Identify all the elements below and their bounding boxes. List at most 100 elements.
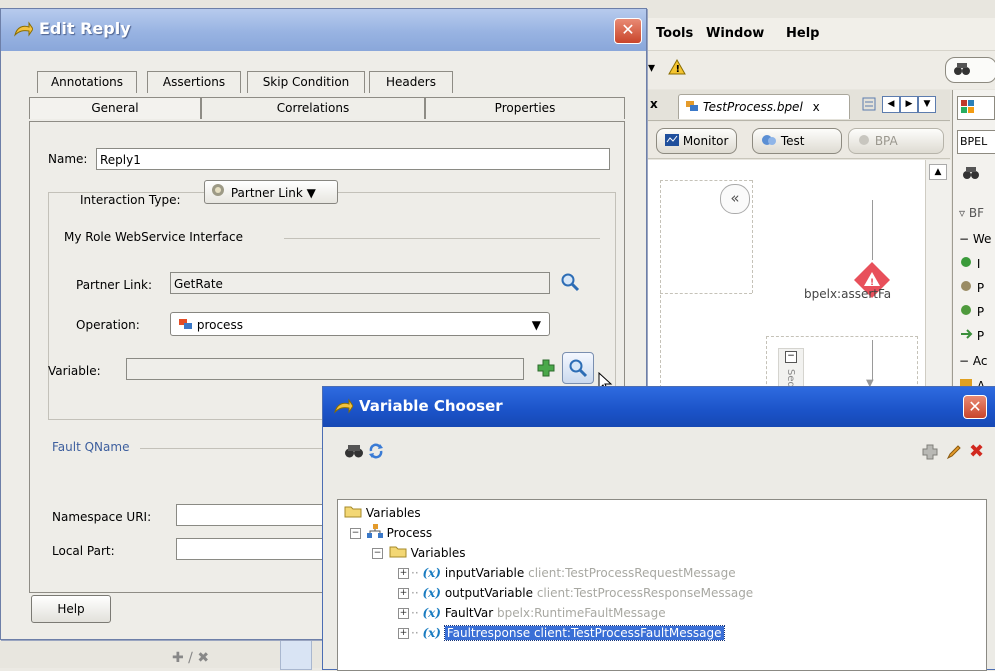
menu-window[interactable]: Window — [706, 26, 764, 41]
binoculars-icon[interactable] — [345, 443, 363, 462]
assert-activity-label: bpelx:assertFa — [804, 287, 892, 301]
dropdown-arrow-icon[interactable]: ▾ — [648, 60, 655, 76]
tab-properties[interactable]: Properties — [425, 97, 625, 119]
monitor-button[interactable]: Monitor — [656, 128, 738, 154]
tree-item-variable[interactable]: + ·· (x) inputVariable client:TestProcess… — [398, 564, 736, 582]
local-part-field[interactable] — [176, 538, 336, 560]
divider — [140, 448, 340, 449]
search-toolbar-button[interactable] — [945, 57, 995, 83]
menu-tools[interactable]: Tools — [656, 26, 693, 41]
namespace-uri-field[interactable] — [176, 504, 336, 526]
bottom-panel-fragment — [280, 640, 312, 670]
test-icon — [761, 130, 777, 154]
expand-icon[interactable]: + — [398, 568, 409, 579]
collapse-icon[interactable]: − — [350, 528, 361, 539]
partner-link-icon — [209, 182, 227, 206]
flow-line — [872, 340, 873, 380]
tab-general[interactable]: General — [29, 97, 201, 119]
tree-item-variable[interactable]: + ·· (x) FaultVar bpelx:RuntimeFaultMessa… — [398, 604, 666, 622]
tab-skip-condition[interactable]: Skip Condition — [247, 71, 365, 93]
variable-icon: (x) — [422, 566, 441, 580]
palette-item-partner-link[interactable]: P — [959, 280, 984, 295]
scroll-up-icon[interactable]: ▲ — [929, 164, 947, 180]
tab-scroll-left-icon[interactable]: ◀ — [882, 96, 900, 113]
operation-select[interactable]: process ▼ — [170, 312, 550, 336]
expand-icon[interactable]: + — [398, 608, 409, 619]
tab-correlations[interactable]: Correlations — [201, 97, 425, 119]
help-button[interactable]: Help — [31, 595, 111, 623]
bottom-toolbar-icons: ✚ ∕ ✖ — [172, 650, 210, 666]
variable-tree: Variables − Process − Variables + ·· (x) … — [337, 499, 987, 671]
dialog-title: Edit Reply — [39, 19, 131, 38]
binoculars-icon[interactable] — [963, 166, 979, 183]
collapse-icon[interactable]: − — [372, 548, 383, 559]
tab-headers[interactable]: Headers — [369, 71, 453, 93]
warning-icon[interactable]: ! — [668, 58, 686, 78]
tree-item-variable[interactable]: + ·· (x) outputVariable client:TestProces… — [398, 584, 753, 602]
bpa-button[interactable]: BPA — [848, 128, 944, 154]
folder-icon — [389, 544, 407, 563]
menu-help[interactable]: Help — [786, 26, 819, 41]
edit-icon[interactable] — [945, 443, 963, 464]
tab-testprocess[interactable]: TestProcess.bpel x — [678, 94, 850, 119]
palette-section-bpel[interactable]: ▿ BF — [959, 206, 984, 220]
refresh-icon[interactable] — [367, 442, 385, 463]
close-icon[interactable]: x — [813, 100, 820, 114]
search-icon[interactable] — [560, 272, 580, 295]
variable-label: Variable: — [48, 364, 101, 378]
variable-icon: (x) — [422, 586, 441, 600]
partner-link-label: Partner Link: — [76, 278, 153, 292]
palette-item-pick[interactable]: P — [959, 304, 984, 319]
bpel-file-icon — [685, 96, 699, 120]
palette-item-receive[interactable]: P — [959, 328, 984, 343]
swimlane-line — [660, 293, 752, 294]
tab-annotations[interactable]: Annotations — [37, 71, 137, 93]
palette-item-invoke[interactable]: I — [959, 256, 980, 271]
palette-icon — [961, 100, 975, 117]
dialog-titlebar[interactable]: Edit Reply ✕ — [1, 9, 646, 51]
palette-section-web[interactable]: − We — [959, 232, 991, 246]
interaction-type-select[interactable]: Partner Link ▼ — [204, 180, 338, 204]
variable-field[interactable] — [126, 358, 524, 380]
tree-node-process[interactable]: − Process — [350, 524, 432, 542]
binoculars-icon — [954, 62, 970, 79]
add-variable-icon[interactable] — [536, 358, 556, 381]
tree-node-variables-root[interactable]: Variables — [344, 504, 421, 522]
bpa-icon — [857, 130, 871, 154]
tree-node-variables-folder[interactable]: − Variables — [372, 544, 466, 562]
search-icon — [569, 359, 588, 378]
palette-page-select[interactable]: BPEL — [957, 130, 995, 154]
name-field[interactable]: Reply1 — [96, 148, 610, 170]
swimlane-line — [752, 180, 753, 293]
tab-menu-icon[interactable]: ▼ — [918, 96, 936, 113]
dialog-titlebar[interactable]: Variable Chooser ✕ — [323, 387, 995, 427]
palette-section-activities[interactable]: − Ac — [959, 354, 987, 368]
add-icon[interactable] — [921, 443, 939, 464]
close-button[interactable]: ✕ — [614, 18, 642, 44]
close-tab-icon[interactable]: x — [650, 97, 658, 111]
collapse-icon[interactable]: « — [720, 184, 750, 214]
partner-link-field[interactable]: GetRate — [170, 272, 550, 294]
close-button[interactable]: ✕ — [963, 395, 987, 419]
expand-icon[interactable]: + — [398, 628, 409, 639]
operation-label: Operation: — [76, 318, 140, 332]
swimlane-line — [660, 180, 752, 181]
tab-assertions[interactable]: Assertions — [147, 71, 241, 93]
test-button[interactable]: Test — [752, 128, 842, 154]
expand-icon[interactable]: + — [398, 588, 409, 599]
process-icon — [366, 524, 383, 543]
interaction-type-label: Interaction Type: — [76, 193, 185, 207]
browse-variable-button[interactable] — [562, 352, 594, 384]
local-part-label: Local Part: — [52, 544, 115, 558]
delete-icon[interactable]: ✖ — [969, 441, 984, 462]
chevron-down-icon: ▼ — [531, 318, 541, 332]
collapse-sequence-icon[interactable]: − — [785, 351, 797, 363]
role-group-label: My Role WebService Interface — [64, 230, 243, 244]
variable-icon: (x) — [422, 606, 441, 620]
name-label: Name: — [48, 152, 88, 166]
tab-scroll-right-icon[interactable]: ▶ — [900, 96, 918, 113]
variable-icon: (x) — [422, 626, 441, 640]
tree-item-variable-selected[interactable]: + ·· (x) Faultresponse client:TestProcess… — [398, 624, 725, 642]
tab-list-icon[interactable] — [862, 97, 876, 114]
palette-tab[interactable] — [957, 96, 995, 120]
